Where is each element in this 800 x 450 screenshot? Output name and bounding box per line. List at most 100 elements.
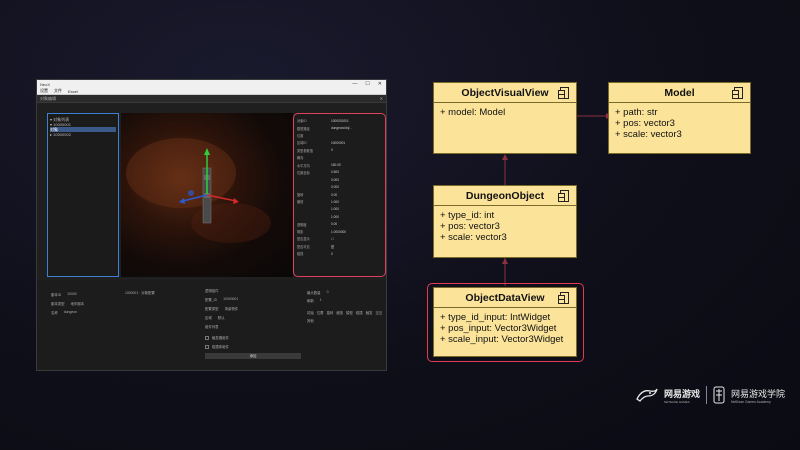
maximize-icon[interactable]: ☐ [365,81,369,87]
title-bar: NeoX — ☐ ✕ [37,80,386,88]
spawn-key: 最大数量 [307,291,321,295]
property-key: 是否可见 [297,244,310,249]
panel-title: 对象编辑 [40,95,56,101]
menu-file[interactable]: 文件 [54,88,62,94]
property-value[interactable]: 0.000 [331,178,382,182]
property-key: 旋转 [297,193,304,198]
tag-item[interactable]: 缩放 [336,310,343,315]
class-members: + path: str + pos: vector3 + scale: vect… [609,103,750,144]
property-row: 朝向 [297,154,382,161]
object-tree[interactable]: ▾ 对象列表 ▾ 10000001 对象 ▸ 10000002 [47,113,119,277]
property-row: 1.000 [297,213,382,220]
class-member: + path: str [615,107,658,118]
property-row: 区域ID 10000001 [297,139,382,146]
property-row: 对象ID 1000001001 [297,117,382,124]
checkbox-icon[interactable] [205,344,209,349]
info-value[interactable]: 10000 [67,292,76,301]
component-checkbox[interactable]: 碰撞体组件 [205,342,301,351]
checkbox-label: 触发器组件 [212,336,229,340]
property-value[interactable]: 0.000 [331,185,382,189]
panel-header: 对象编辑 ✕ [37,95,386,103]
property-value[interactable]: 1.000 [331,207,382,211]
property-row: 透明度 0.00 [297,220,382,227]
property-value[interactable]: 10000001 [331,141,382,145]
property-key: 区域ID [297,141,307,146]
panel-close-icon[interactable]: ✕ [380,96,386,101]
info-value[interactable]: dungeon [64,310,77,319]
tag-list: 初始 位置 旋转 缩放 模型 碰撞 触发 交互其他 [307,310,383,323]
property-value[interactable]: 180.00 [331,163,382,167]
tag-item[interactable]: 碰撞 [356,310,363,315]
bottom-panel: 副本ID 10000 副本类型 地牢副本 名称 dungeon 1000001 · 对… [37,280,386,370]
object-config-label: 1000001 · 对象配置 [125,291,155,295]
property-value[interactable]: dungeon/obj/... [331,126,382,130]
tag-item[interactable]: 触发 [366,310,373,315]
tree-item[interactable]: ▸ 10000002 [50,132,116,137]
property-value[interactable]: 0 [331,252,382,256]
property-value[interactable]: 是 [331,244,382,249]
academy-name-en: NetEase Games Academy [731,399,771,404]
scene-render [126,138,271,243]
property-row: 类型参数值 0 [297,147,382,154]
tag-item[interactable]: 其他 [307,318,314,323]
tag-item[interactable]: 初始 [307,310,314,315]
property-key: 朝向 [297,156,304,161]
property-row: 碰撞 0 [297,250,382,257]
property-row: 是否显示 ☐ [297,235,382,242]
add-component-button[interactable]: 添加 [205,353,301,359]
class-name: Model [664,86,695,99]
tag-item[interactable]: 旋转 [327,310,334,315]
property-row: 位置坐标 0.500 [297,169,382,176]
property-value[interactable]: 1.000 [331,215,382,219]
info-key: 名称 [51,311,58,315]
desc-value[interactable]: 10000001 [223,297,238,306]
property-row: 1.000 [297,206,382,213]
spawn-value[interactable]: 1 [320,298,322,306]
tag-item[interactable]: 位置 [317,310,324,315]
spawn-value[interactable]: 0 [327,290,329,298]
class-box-dungeonobject: DungeonObject + type_id: int + pos: vect… [433,185,577,258]
property-key: 位置坐标 [297,170,310,175]
dependency-arrow [502,154,508,160]
window-title: NeoX [40,81,51,87]
property-row: 位置 [297,132,382,139]
class-title: Model [609,83,750,103]
desc-value[interactable]: 场景物件 [225,306,239,315]
info-value[interactable]: 地牢副本 [71,301,85,310]
property-key: 水平方向 [297,163,310,168]
property-key: 碰撞 [297,252,304,257]
property-value[interactable]: 1000001001 [331,119,382,123]
checkbox-icon[interactable] [205,335,209,340]
property-key: 阴影 [297,230,304,235]
tag-item[interactable]: 模型 [346,310,353,315]
property-value[interactable]: 0 [331,148,382,152]
component-checkbox[interactable]: 触发器组件 [205,333,301,342]
property-value[interactable]: ☐ [331,237,382,241]
tag-item[interactable]: 交互 [375,310,382,315]
highlight-frame [427,283,584,362]
academy-emblem-icon [713,386,725,404]
property-value[interactable]: 0.00 [331,222,382,226]
desc-value[interactable]: 默认 [218,315,225,324]
property-value[interactable]: 1.000 [331,200,382,204]
property-value[interactable]: 1.0000000 [331,230,382,234]
close-icon[interactable]: ✕ [378,81,382,87]
property-row: 旋转 0.00 [297,191,382,198]
menu-excel[interactable]: Excel [68,89,78,94]
brand-name: 网易游戏 [664,388,701,399]
info-key: 副本ID [51,293,62,297]
window-controls[interactable]: — ☐ ✕ [352,81,386,87]
minimize-icon[interactable]: — [352,81,357,87]
property-key: 透明度 [297,222,307,227]
menu-settings[interactable]: 设置 [40,88,48,94]
property-value[interactable]: 0.500 [331,170,382,174]
property-value[interactable]: 0.00 [331,193,382,197]
class-member: + pos: vector3 [440,221,500,232]
property-row: 阴影 1.0000000 [297,228,382,235]
property-panel[interactable]: 对象ID 1000001001 模型路径 dungeon/obj/... 位置 区域ID 1… [293,113,386,277]
brand-name-en: NETEASE GAMES [664,399,690,404]
scene-viewport[interactable] [121,113,293,277]
class-title: ObjectVisualView [434,83,576,103]
component-icon [732,87,743,99]
class-members: + type_id: int + pos: vector3 + scale: v… [434,206,576,247]
